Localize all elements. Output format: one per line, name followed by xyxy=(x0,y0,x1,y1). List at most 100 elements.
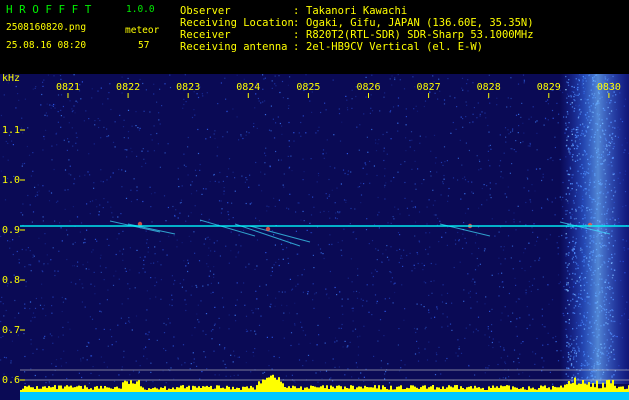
noise-dot xyxy=(384,298,386,300)
noise-dot xyxy=(145,162,147,164)
histogram-bar xyxy=(384,387,386,392)
histogram-bar xyxy=(142,387,144,392)
noise-dot xyxy=(484,248,486,250)
noise-dot xyxy=(135,111,137,113)
noise-dot xyxy=(51,159,53,161)
noise-dot xyxy=(121,303,123,305)
noise-dot xyxy=(38,237,40,239)
noise-dot xyxy=(242,137,244,140)
noise-dot xyxy=(517,205,519,207)
noise-dot xyxy=(387,222,389,224)
noise-dot xyxy=(211,338,213,340)
noise-dot xyxy=(32,316,34,319)
noise-dot xyxy=(465,242,467,244)
noise-dot xyxy=(551,201,553,203)
histogram-bar xyxy=(352,385,354,392)
noise-dot xyxy=(527,169,529,171)
histogram-bar xyxy=(50,387,52,392)
histogram-bar xyxy=(550,389,552,392)
noise-dot xyxy=(24,266,26,268)
noise-dot xyxy=(99,204,101,206)
histogram-bar xyxy=(148,388,150,392)
noise-dot xyxy=(300,135,302,137)
histogram-bar xyxy=(192,385,194,392)
noise-dot xyxy=(283,186,285,188)
noise-dot xyxy=(168,235,170,237)
noise-dot xyxy=(353,291,355,293)
noise-dot xyxy=(397,232,400,234)
noise-dot xyxy=(449,95,451,97)
noise-dot xyxy=(489,144,491,146)
noise-dot xyxy=(7,159,9,161)
noise-dot xyxy=(260,171,262,173)
noise-dot xyxy=(89,316,91,318)
noise-dot xyxy=(386,153,388,155)
noise-dot xyxy=(468,149,470,152)
histogram-bar xyxy=(206,385,208,392)
histogram-bar xyxy=(424,385,426,392)
noise-dot xyxy=(223,186,225,189)
noise-dot xyxy=(110,206,112,208)
noise-dot xyxy=(53,103,55,106)
noise-dot xyxy=(162,370,164,372)
noise-dot xyxy=(303,268,305,271)
noise-dot xyxy=(81,81,83,83)
noise-dot xyxy=(518,373,520,375)
histogram-bar xyxy=(548,387,550,392)
histogram-bar xyxy=(60,385,62,392)
noise-dot xyxy=(443,103,446,105)
noise-dot xyxy=(478,169,480,171)
noise-dot xyxy=(241,175,243,177)
noise-dot xyxy=(513,361,515,363)
histogram-bar xyxy=(248,388,250,392)
histogram-bar xyxy=(234,389,236,392)
histogram-bar xyxy=(300,386,302,392)
noise-dot xyxy=(505,136,507,138)
noise-dot xyxy=(139,256,141,258)
histogram-bar xyxy=(410,385,412,392)
noise-dot xyxy=(464,212,467,214)
noise-dot xyxy=(105,267,107,269)
noise-dot xyxy=(125,322,127,324)
noise-dot xyxy=(287,84,289,86)
noise-dot xyxy=(442,164,444,166)
noise-dot xyxy=(332,79,334,81)
noise-dot xyxy=(172,205,174,208)
noise-dot xyxy=(258,324,261,326)
noise-dot xyxy=(411,270,413,272)
noise-dot xyxy=(34,186,36,188)
noise-dot xyxy=(64,189,66,191)
histogram-bar xyxy=(430,386,432,392)
noise-dot xyxy=(502,377,504,379)
spectrogram: kHz 1.11.00.90.80.70.6 0821 0822 0823 0824 0… xyxy=(0,74,629,400)
noise-dot xyxy=(365,164,367,166)
noise-dot xyxy=(479,160,481,163)
noise-dot xyxy=(363,380,365,382)
noise-dot xyxy=(336,218,338,220)
noise-dot xyxy=(69,165,71,167)
histogram-bar xyxy=(88,389,90,392)
noise-dot xyxy=(248,132,250,134)
noise-dot xyxy=(113,275,115,277)
noise-dot xyxy=(532,231,534,233)
noise-dot xyxy=(208,218,210,220)
histogram-bar xyxy=(204,386,206,392)
histogram-bar xyxy=(94,386,96,392)
noise-dot xyxy=(499,346,502,348)
noise-dot xyxy=(446,316,448,318)
histogram-bar xyxy=(546,388,548,392)
noise-dot xyxy=(377,143,379,145)
noise-dot xyxy=(504,306,506,308)
histogram-bar xyxy=(510,389,512,392)
noise-dot xyxy=(149,298,151,300)
noise-dot xyxy=(438,346,440,348)
noise-dot xyxy=(534,260,536,262)
noise-dot xyxy=(435,157,437,159)
histogram-bar xyxy=(294,386,296,392)
noise-dot xyxy=(442,313,444,315)
noise-dot xyxy=(49,104,51,106)
noise-dot xyxy=(390,222,392,224)
noise-dot xyxy=(252,312,254,314)
noise-dot xyxy=(384,373,386,375)
noise-dot xyxy=(295,285,297,287)
